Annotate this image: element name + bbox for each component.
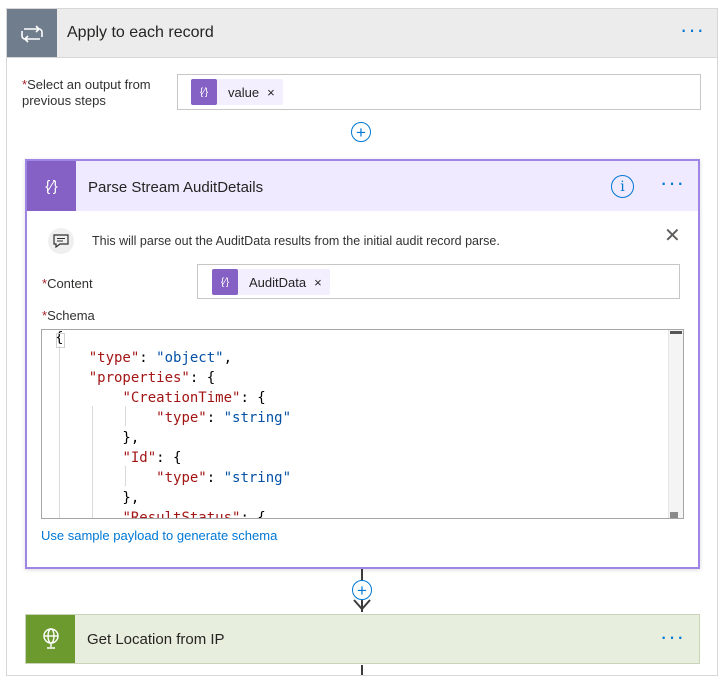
content-label-text: Content <box>47 276 93 291</box>
schema-code-line: "type": "string" <box>156 470 292 486</box>
schema-code-line: "properties": { <box>88 370 216 386</box>
loop-icon <box>7 9 57 57</box>
expression-icon: {⁄} <box>191 79 217 105</box>
select-output-label-text: Select an output from previous steps <box>22 77 151 108</box>
value-token[interactable]: {⁄} value × <box>191 79 283 105</box>
schema-code-line: "CreationTime": { <box>122 390 266 406</box>
scrollbar-resize-handle[interactable] <box>670 512 678 518</box>
schema-label: *Schema <box>42 308 95 323</box>
auditdata-token[interactable]: {⁄} AuditData × <box>212 269 330 295</box>
content-field[interactable]: {⁄} AuditData × <box>197 264 680 299</box>
globe-icon <box>26 615 75 663</box>
parse-json-icon: {⁄} <box>27 161 76 211</box>
get-location-more-button[interactable]: ··· <box>660 626 685 648</box>
connector-line <box>361 665 363 675</box>
apply-to-each-more-button[interactable]: ··· <box>680 19 705 41</box>
comment-icon <box>48 228 74 254</box>
schema-editor[interactable]: { "type": "object", "properties": { "Cre… <box>41 329 684 519</box>
get-location-title: Get Location from IP <box>87 631 225 648</box>
schema-code-line: "type": "string" <box>156 410 292 426</box>
select-output-field[interactable]: {⁄} value × <box>177 74 701 110</box>
parse-json-more-button[interactable]: ··· <box>660 172 685 194</box>
schema-code-line: }, <box>55 430 140 446</box>
select-output-label: *Select an output from previous steps <box>22 77 172 109</box>
schema-code-line: "ResultStatus": { <box>122 510 266 519</box>
value-token-label: value <box>228 84 260 100</box>
expression-icon: {⁄} <box>212 269 238 295</box>
schema-code-line: }, <box>55 490 140 506</box>
apply-to-each-title: Apply to each record <box>67 24 214 41</box>
close-comment-icon[interactable]: ✕ <box>664 226 681 246</box>
text-cursor <box>56 333 65 348</box>
auditdata-token-label: AuditData <box>249 274 307 290</box>
info-icon[interactable]: i <box>611 175 634 198</box>
scrollbar-thumb[interactable] <box>670 331 682 334</box>
arrow-down-icon <box>352 596 372 612</box>
schema-label-text: Schema <box>47 308 95 323</box>
remove-value-token-icon[interactable]: × <box>267 85 283 100</box>
remove-auditdata-token-icon[interactable]: × <box>314 275 330 290</box>
schema-code-line: "type": "object", <box>88 350 233 366</box>
parse-json-title: Parse Stream AuditDetails <box>88 179 264 196</box>
schema-code-line: "Id": { <box>122 450 182 466</box>
insert-step-button[interactable]: + <box>351 122 371 142</box>
content-label: *Content <box>42 276 93 291</box>
schema-scrollbar[interactable] <box>668 330 683 518</box>
use-sample-payload-link[interactable]: Use sample payload to generate schema <box>41 528 277 543</box>
step-comment-text: This will parse out the AuditData result… <box>92 234 500 248</box>
